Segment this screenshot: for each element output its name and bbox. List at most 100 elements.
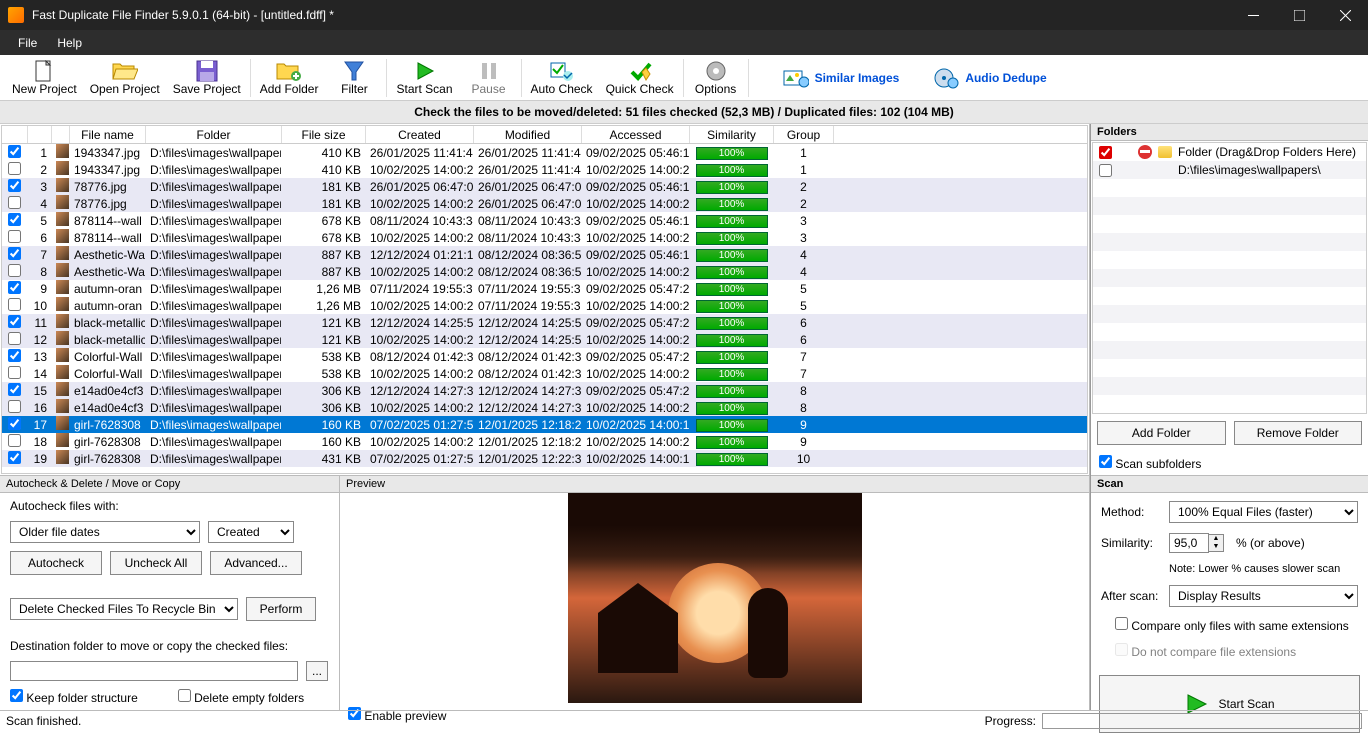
thumbnail-icon (56, 144, 70, 158)
row-checkbox[interactable] (8, 315, 21, 328)
audio-dedupe-link[interactable]: Audio Dedupe (923, 61, 1056, 95)
uncheck-all-button[interactable]: Uncheck All (110, 551, 202, 575)
menu-file[interactable]: File (8, 32, 47, 54)
folder-check[interactable] (1099, 164, 1112, 177)
filter-button[interactable]: Filter (325, 57, 383, 99)
col-created[interactable]: Created (366, 126, 474, 143)
col-accessed[interactable]: Accessed (582, 126, 690, 143)
autocheck-button[interactable]: Autocheck (10, 551, 102, 575)
quick-check-button[interactable]: Quick Check (600, 57, 680, 99)
row-checkbox[interactable] (8, 434, 21, 447)
row-checkbox[interactable] (8, 298, 21, 311)
destination-input[interactable] (10, 661, 298, 681)
close-button[interactable] (1322, 0, 1368, 30)
older-files-select[interactable]: Older file dates (10, 521, 200, 543)
table-row[interactable]: 11943347.jpgD:\files\images\wallpapers\4… (2, 144, 1087, 161)
same-ext-checkbox[interactable]: Compare only files with same extensions (1115, 619, 1349, 633)
advanced-button[interactable]: Advanced... (210, 551, 302, 575)
open-project-button[interactable]: Open Project (84, 57, 166, 99)
no-compare-ext-checkbox[interactable]: Do not compare file extensions (1115, 645, 1296, 659)
add-folder-button[interactable]: Add Folder (254, 57, 325, 99)
row-checkbox[interactable] (8, 179, 21, 192)
table-row[interactable]: 6878114--wallD:\files\images\wallpaper..… (2, 229, 1087, 246)
col-folder[interactable]: Folder (146, 126, 282, 143)
table-row[interactable]: 10autumn-oranD:\files\images\wallpaper..… (2, 297, 1087, 314)
col-similarity[interactable]: Similarity (690, 126, 774, 143)
row-checkbox[interactable] (8, 247, 21, 260)
keep-folder-checkbox[interactable]: Keep folder structure (10, 689, 138, 705)
autocheck-icon (550, 60, 574, 82)
menu-help[interactable]: Help (47, 32, 92, 54)
table-row[interactable]: 13Colorful-WallD:\files\images\wallpaper… (2, 348, 1087, 365)
col-size[interactable]: File size (282, 126, 366, 143)
row-checkbox[interactable] (8, 196, 21, 209)
table-row[interactable]: 15e14ad0e4cf3D:\files\images\wallpapers\… (2, 382, 1087, 399)
autocheck-files-with-label: Autocheck files with: (10, 499, 329, 513)
thumbnail-icon (56, 348, 70, 362)
folder-icon (1158, 146, 1172, 158)
col-group[interactable]: Group (774, 126, 834, 143)
table-row[interactable]: 16e14ad0e4cf3D:\files\images\wallpaper..… (2, 399, 1087, 416)
similarity-stepper[interactable]: ▲▼ (1209, 534, 1224, 552)
options-button[interactable]: Options (687, 57, 745, 99)
new-project-button[interactable]: New Project (6, 57, 83, 99)
similarity-input[interactable] (1169, 533, 1209, 553)
auto-check-button[interactable]: Auto Check (525, 57, 599, 99)
table-row[interactable]: 21943347.jpgD:\files\images\wallpaper...… (2, 161, 1087, 178)
row-checkbox[interactable] (8, 383, 21, 396)
folder-placeholder-row[interactable]: Folder (Drag&Drop Folders Here) (1093, 143, 1366, 161)
start-scan-button[interactable]: Start Scan (390, 57, 458, 99)
col-modified[interactable]: Modified (474, 126, 582, 143)
row-checkbox[interactable] (8, 417, 21, 430)
row-checkbox[interactable] (8, 162, 21, 175)
col-filename[interactable]: File name (70, 126, 146, 143)
maximize-button[interactable] (1276, 0, 1322, 30)
table-row[interactable]: 5878114--wallD:\files\images\wallpapers\… (2, 212, 1087, 229)
row-checkbox[interactable] (8, 145, 21, 158)
row-checkbox[interactable] (8, 230, 21, 243)
after-scan-select[interactable]: Display Results (1169, 585, 1358, 607)
similar-images-link[interactable]: Similar Images (773, 61, 910, 95)
scan-subfolders-checkbox[interactable]: Scan subfolders (1099, 455, 1201, 471)
menubar: File Help (0, 30, 1368, 55)
row-checkbox[interactable] (8, 264, 21, 277)
pause-button[interactable]: Pause (460, 57, 518, 99)
table-row[interactable]: 8Aesthetic-WaD:\files\images\wallpaper..… (2, 263, 1087, 280)
add-folder-button-2[interactable]: Add Folder (1097, 421, 1226, 445)
table-row[interactable]: 17girl-7628308D:\files\images\wallpapers… (2, 416, 1087, 433)
folder-include-check[interactable] (1099, 146, 1112, 159)
table-row[interactable]: 378776.jpgD:\files\images\wallpapers\181… (2, 178, 1087, 195)
table-row[interactable]: 14Colorful-WallD:\files\images\wallpaper… (2, 365, 1087, 382)
remove-folder-button[interactable]: Remove Folder (1234, 421, 1363, 445)
row-checkbox[interactable] (8, 213, 21, 226)
table-row[interactable]: 19girl-7628308D:\files\images\wallpapers… (2, 450, 1087, 467)
row-checkbox[interactable] (8, 366, 21, 379)
row-checkbox[interactable] (8, 400, 21, 413)
table-row[interactable]: 478776.jpgD:\files\images\wallpaper...18… (2, 195, 1087, 212)
save-project-button[interactable]: Save Project (167, 57, 247, 99)
table-row[interactable]: 12black-metallicD:\files\images\wallpape… (2, 331, 1087, 348)
delete-empty-checkbox[interactable]: Delete empty folders (178, 689, 304, 705)
row-checkbox[interactable] (8, 332, 21, 345)
table-row[interactable]: 9autumn-oranD:\files\images\wallpapers\1… (2, 280, 1087, 297)
thumbnail-icon (56, 399, 70, 413)
thumbnail-icon (56, 212, 70, 226)
row-checkbox[interactable] (8, 451, 21, 464)
folder-row[interactable]: D:\files\images\wallpapers\ (1093, 161, 1366, 179)
row-checkbox[interactable] (8, 349, 21, 362)
minimize-button[interactable] (1230, 0, 1276, 30)
folders-list[interactable]: Folder (Drag&Drop Folders Here) D:\files… (1092, 142, 1367, 414)
thumbnail-icon (56, 195, 70, 209)
table-row[interactable]: 11black-metallicD:\files\images\wallpape… (2, 314, 1087, 331)
row-checkbox[interactable] (8, 281, 21, 294)
delete-action-select[interactable]: Delete Checked Files To Recycle Bin (10, 598, 238, 620)
perform-button[interactable]: Perform (246, 597, 316, 621)
similarity-label: Similarity: (1101, 536, 1163, 550)
table-row[interactable]: 18girl-7628308D:\files\images\wallpaper.… (2, 433, 1087, 450)
file-grid[interactable]: File name Folder File size Created Modif… (1, 125, 1088, 474)
table-row[interactable]: 7Aesthetic-WaD:\files\images\wallpapers\… (2, 246, 1087, 263)
folders-panel: Folders Folder (Drag&Drop Folders Here) … (1091, 124, 1368, 476)
method-select[interactable]: 100% Equal Files (faster) (1169, 501, 1358, 523)
created-select[interactable]: Created (208, 521, 294, 543)
browse-button[interactable]: ... (306, 661, 328, 681)
